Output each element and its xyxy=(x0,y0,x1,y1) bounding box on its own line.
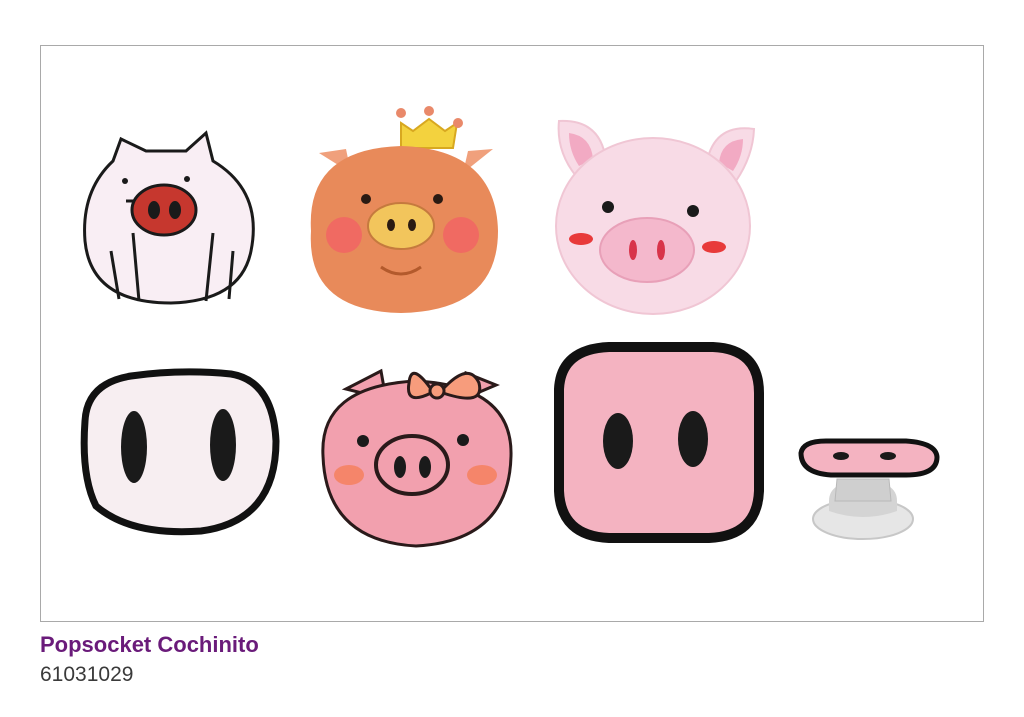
product-code: 61031029 xyxy=(40,663,134,686)
pink-pig-bow-icon xyxy=(321,368,513,548)
product-name: Popsocket Cochinito xyxy=(40,632,259,657)
orange-pig-crown-icon xyxy=(310,106,498,313)
popsocket-grip-side-view-icon xyxy=(798,438,940,540)
square-pig-snout-icon xyxy=(554,342,764,543)
pale-pink-pig-icon xyxy=(555,119,756,315)
white-pig-snout-icon xyxy=(80,368,280,536)
white-pig-outline-icon xyxy=(83,130,255,305)
product-image-frame xyxy=(40,45,984,622)
